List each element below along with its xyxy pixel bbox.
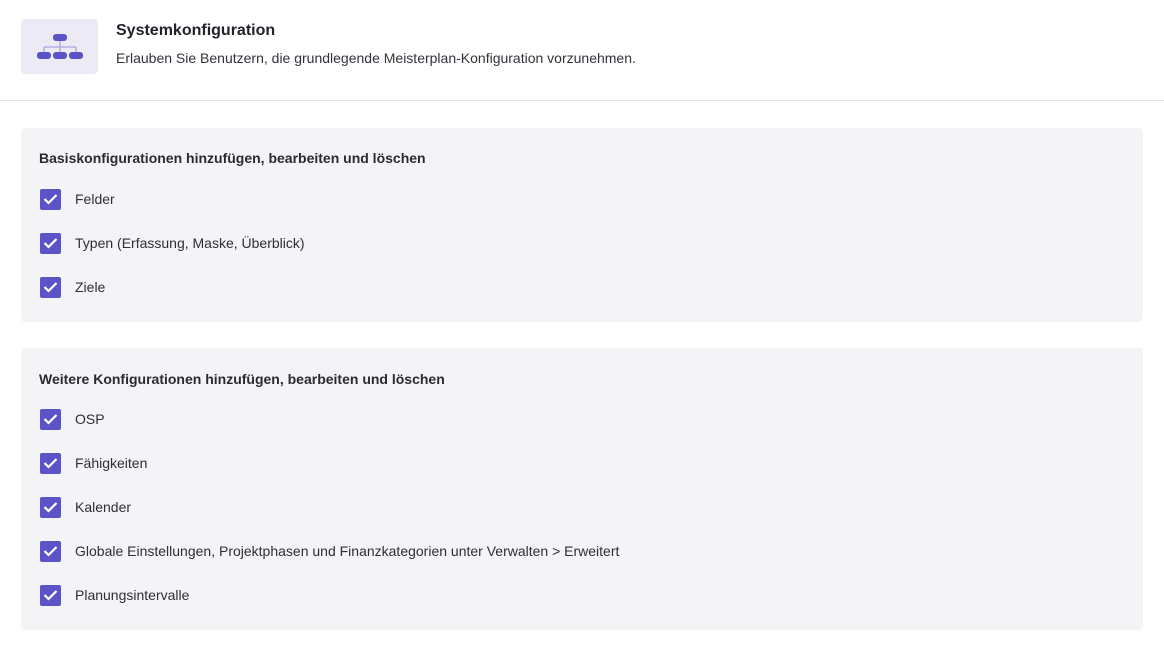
option-faehigkeiten[interactable]: Fähigkeiten <box>40 452 147 474</box>
further-config-section: Weitere Konfigurationen hinzufügen, bear… <box>21 348 1143 630</box>
hierarchy-icon <box>21 19 98 74</box>
section-title: Basiskonfigurationen hinzufügen, bearbei… <box>39 150 426 166</box>
option-osp[interactable]: OSP <box>40 408 105 430</box>
section-title: Weitere Konfigurationen hinzufügen, bear… <box>39 371 445 387</box>
option-label: Typen (Erfassung, Maske, Überblick) <box>75 235 305 251</box>
option-felder[interactable]: Felder <box>40 188 115 210</box>
checkbox-checked-icon[interactable] <box>40 276 61 298</box>
checkbox-checked-icon[interactable] <box>40 232 61 254</box>
option-label: Globale Einstellungen, Projektphasen und… <box>75 543 620 559</box>
checkbox-checked-icon[interactable] <box>40 408 61 430</box>
checkbox-checked-icon[interactable] <box>40 540 61 562</box>
option-label: Ziele <box>75 279 106 295</box>
option-typen[interactable]: Typen (Erfassung, Maske, Überblick) <box>40 232 305 254</box>
checkbox-checked-icon[interactable] <box>40 188 61 210</box>
option-planungsintervalle[interactable]: Planungsintervalle <box>40 584 189 606</box>
page-title: Systemkonfiguration <box>116 22 276 39</box>
page-description: Erlauben Sie Benutzern, die grundlegende… <box>116 50 636 66</box>
page-header: Systemkonfiguration Erlauben Sie Benutze… <box>0 0 1164 101</box>
option-ziele[interactable]: Ziele <box>40 276 105 298</box>
checkbox-checked-icon[interactable] <box>40 584 61 606</box>
option-label: Felder <box>75 191 115 207</box>
option-label: Fähigkeiten <box>75 455 148 471</box>
option-label: Planungsintervalle <box>75 587 190 603</box>
checkbox-checked-icon[interactable] <box>40 452 61 474</box>
option-kalender[interactable]: Kalender <box>40 496 131 518</box>
checkbox-checked-icon[interactable] <box>40 496 61 518</box>
option-globale-einstellungen[interactable]: Globale Einstellungen, Projektphasen und… <box>40 540 619 562</box>
option-label: Kalender <box>75 499 132 515</box>
option-label: OSP <box>75 411 105 427</box>
basic-config-section: Basiskonfigurationen hinzufügen, bearbei… <box>21 128 1143 322</box>
